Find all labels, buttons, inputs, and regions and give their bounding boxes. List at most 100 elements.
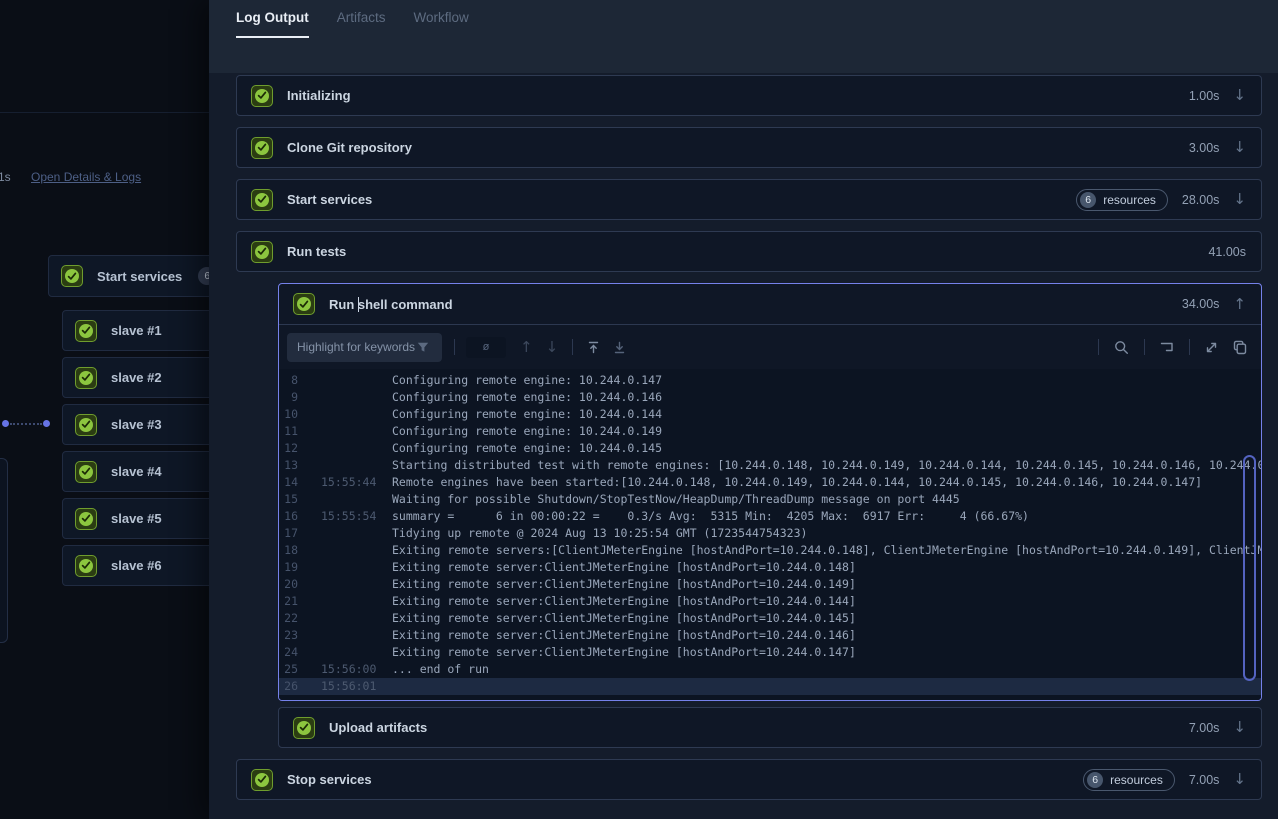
log-line-timestamp xyxy=(321,627,377,644)
workflow-node-slave-3[interactable]: slave #3 xyxy=(62,404,232,445)
workflow-node-label: slave #2 xyxy=(111,370,162,385)
step-run-shell-command-expanded: Run shell command 34.00s ↑ ø ↑ xyxy=(278,283,1262,701)
step-row-right: 41.00s xyxy=(1208,245,1246,259)
log-output-area: 8Configuring remote engine: 10.244.0.147… xyxy=(279,369,1261,700)
log-line-number: 13 xyxy=(279,457,298,474)
log-line-number: 23 xyxy=(279,627,298,644)
log-line-timestamp xyxy=(321,559,377,576)
workflow-node-label: slave #5 xyxy=(111,511,162,526)
open-details-logs-link[interactable]: Open Details & Logs xyxy=(31,170,141,184)
scroll-to-bottom-icon[interactable] xyxy=(613,341,626,354)
step-row-start-services[interactable]: Start services 6resources28.00s↓ xyxy=(236,179,1262,220)
highlight-keywords-input[interactable] xyxy=(297,340,417,354)
log-line-text: Configuring remote engine: 10.244.0.145 xyxy=(392,440,1261,457)
next-match-icon[interactable]: ↓ xyxy=(546,338,559,356)
highlight-keywords-field[interactable] xyxy=(287,333,442,362)
log-line-text: Tidying up remote @ 2024 Aug 13 10:25:54… xyxy=(392,525,1261,542)
log-line-text: ... end of run xyxy=(392,661,1261,678)
shell-step-header[interactable]: Run shell command 34.00s ↑ xyxy=(279,284,1261,325)
expand-fullscreen-icon[interactable] xyxy=(1205,341,1218,354)
workflow-edge-connector xyxy=(2,419,50,428)
log-line-number: 8 xyxy=(279,372,298,389)
log-line-timestamp xyxy=(321,491,377,508)
edge-dotted-line xyxy=(10,423,42,425)
step-row-right: 1.00s↓ xyxy=(1189,88,1246,103)
expand-arrow-icon[interactable]: ↓ xyxy=(1233,192,1246,207)
expand-arrow-icon[interactable]: ↓ xyxy=(1233,140,1246,155)
log-line-timestamp: 15:56:01 xyxy=(321,678,377,695)
success-check-icon xyxy=(75,414,97,436)
step-row-right: 6resources28.00s↓ xyxy=(1076,189,1246,211)
match-counter: ø xyxy=(466,337,506,358)
log-line-timestamp xyxy=(321,610,377,627)
log-line-text: Remote engines have been started:[10.244… xyxy=(392,474,1261,491)
log-line: 23Exiting remote server:ClientJMeterEngi… xyxy=(279,627,1261,644)
log-scrollbar[interactable] xyxy=(1243,455,1256,681)
success-check-icon xyxy=(293,293,315,315)
log-line-text: Starting distributed test with remote en… xyxy=(392,457,1261,474)
step-duration: 7.00s xyxy=(1189,721,1220,735)
step-row-clone-git-repository[interactable]: Clone Git repository3.00s↓ xyxy=(236,127,1262,168)
log-line-text xyxy=(392,678,1261,695)
log-line-timestamp xyxy=(321,423,377,440)
workflow-node-label: slave #6 xyxy=(111,558,162,573)
drawer-header: Log Output Artifacts Workflow xyxy=(209,0,1278,73)
log-line-number: 20 xyxy=(279,576,298,593)
log-line-number: 17 xyxy=(279,525,298,542)
tab-log-output[interactable]: Log Output xyxy=(236,0,309,38)
step-row-right: 7.00s ↓ xyxy=(1189,720,1246,735)
log-line-number: 19 xyxy=(279,559,298,576)
steps-list-bottom: Upload artifacts7.00s↓Stop services6reso… xyxy=(236,707,1262,800)
log-line: 2615:56:01 xyxy=(279,678,1261,695)
copy-icon[interactable] xyxy=(1233,340,1247,355)
step-label: Upload artifacts xyxy=(329,720,427,735)
log-line-number: 12 xyxy=(279,440,298,457)
log-line-timestamp: 15:56:00 xyxy=(321,661,377,678)
log-line-number: 16 xyxy=(279,508,298,525)
log-line-number: 24 xyxy=(279,644,298,661)
toolbar-divider xyxy=(454,339,455,355)
workflow-node-slave-5[interactable]: slave #5 xyxy=(62,498,232,539)
expand-arrow-icon[interactable]: ↓ xyxy=(1233,720,1246,735)
log-line-text: Exiting remote server:ClientJMeterEngine… xyxy=(392,644,1261,661)
success-check-icon xyxy=(75,367,97,389)
shell-step-title: Run shell command xyxy=(329,297,453,312)
background-divider xyxy=(0,112,240,113)
log-line: 20Exiting remote server:ClientJMeterEngi… xyxy=(279,576,1261,593)
log-line-number: 25 xyxy=(279,661,298,678)
step-row-stop-services[interactable]: Stop services6resources7.00s↓ xyxy=(236,759,1262,800)
log-line-timestamp: 15:55:54 xyxy=(321,508,377,525)
resources-label: resources xyxy=(1103,193,1156,207)
steps-list-top: Initializing1.00s↓ Clone Git repository3.… xyxy=(236,75,1262,272)
line-wrap-icon[interactable] xyxy=(1160,341,1174,353)
expand-arrow-icon[interactable]: ↓ xyxy=(1233,772,1246,787)
step-label: Run tests xyxy=(287,244,346,259)
step-label: Start services xyxy=(287,192,372,207)
log-toolbar: ø ↑ ↓ xyxy=(279,325,1261,369)
search-icon[interactable] xyxy=(1114,340,1129,355)
step-row-upload-artifacts[interactable]: Upload artifacts 7.00s ↓ xyxy=(278,707,1262,748)
workflow-node-label: slave #3 xyxy=(111,417,162,432)
log-line-timestamp xyxy=(321,389,377,406)
step-row-run-tests[interactable]: Run tests 41.00s xyxy=(236,231,1262,272)
success-check-icon xyxy=(75,508,97,530)
step-label: Stop services xyxy=(287,772,372,787)
workflow-node-slave-6[interactable]: slave #6 xyxy=(62,545,232,586)
step-row-initializing[interactable]: Initializing1.00s↓ xyxy=(236,75,1262,116)
log-line: 12 Configuring remote engine: 10.244.0.14… xyxy=(279,440,1261,457)
workflow-node-slave-1[interactable]: slave #1 xyxy=(62,310,232,351)
log-line: 15Waiting for possible Shutdown/StopTest… xyxy=(279,491,1261,508)
previous-match-icon[interactable]: ↑ xyxy=(520,338,533,356)
toolbar-divider xyxy=(1189,339,1190,355)
step-duration: 7.00s xyxy=(1189,773,1220,787)
step-duration: 34.00s xyxy=(1182,297,1220,311)
workflow-node-slave-4[interactable]: slave #4 xyxy=(62,451,232,492)
tab-workflow[interactable]: Workflow xyxy=(414,0,469,38)
scroll-to-top-icon[interactable] xyxy=(587,341,600,354)
expand-arrow-icon[interactable]: ↓ xyxy=(1233,88,1246,103)
tab-artifacts[interactable]: Artifacts xyxy=(337,0,386,38)
workflow-node-slave-2[interactable]: slave #2 xyxy=(62,357,232,398)
edge-dot-icon xyxy=(2,420,9,427)
collapse-arrow-icon[interactable]: ↑ xyxy=(1233,297,1246,312)
log-line: 21Exiting remote server:ClientJMeterEngi… xyxy=(279,593,1261,610)
